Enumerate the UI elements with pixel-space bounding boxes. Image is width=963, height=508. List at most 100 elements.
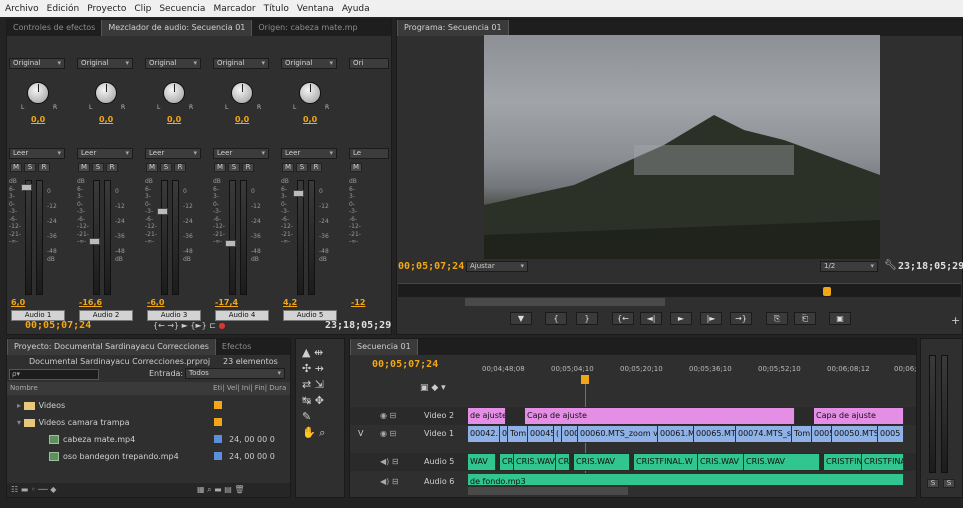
solo-button[interactable]: S	[92, 163, 104, 172]
volume-value[interactable]: -17,4	[215, 298, 238, 307]
solo-button[interactable]: S	[24, 163, 36, 172]
pan-knob[interactable]	[27, 82, 49, 104]
solo-button[interactable]: S	[296, 163, 308, 172]
mark-out-button[interactable]: }	[576, 312, 598, 325]
volume-fader[interactable]	[293, 190, 304, 197]
menu-marcador[interactable]: Marcador	[213, 4, 255, 14]
mute-button[interactable]: M	[282, 163, 294, 172]
solo-button[interactable]: S	[160, 163, 172, 172]
clip[interactable]: Capa de ajuste	[525, 408, 795, 424]
marker-button[interactable]: ▼	[510, 312, 532, 325]
clip[interactable]: 00045	[528, 426, 554, 442]
list-item[interactable]: ▾ Videos camara trampa	[9, 414, 288, 431]
timeline-ruler[interactable]: 00;04;48;08 00;05;04;10 00;05;20;10 00;0…	[468, 365, 916, 387]
tab-effects[interactable]: Efectos	[216, 339, 257, 355]
volume-fader[interactable]	[21, 184, 32, 191]
track-eye-icon[interactable]: ◉ ⊟	[380, 425, 396, 443]
pan-knob[interactable]	[163, 82, 185, 104]
record-button[interactable]: R	[174, 163, 186, 172]
list-item[interactable]: oso bandegon trepando.mp4 24, 00 00 0	[9, 448, 288, 465]
col-rest[interactable]: Eti| Vel| Ini| Fin| Dura	[213, 382, 286, 395]
clip[interactable]: CRIS.WAV	[514, 454, 556, 470]
mute-button[interactable]: M	[214, 163, 226, 172]
menu-ventana[interactable]: Ventana	[297, 4, 334, 14]
track-name[interactable]: Audio 6	[424, 473, 454, 485]
playhead-marker-icon[interactable]	[823, 287, 831, 296]
step-forward-button[interactable]: |►	[700, 312, 722, 325]
record-button[interactable]: R	[310, 163, 322, 172]
tab-audio-mixer[interactable]: Mezclador de audio: Secuencia 01	[101, 20, 253, 36]
volume-fader[interactable]	[89, 238, 100, 245]
tab-project[interactable]: Proyecto: Documental Sardinayacu Correcc…	[7, 339, 216, 355]
solo-left-button[interactable]: S	[927, 479, 939, 488]
volume-value[interactable]: 4,2	[283, 298, 297, 307]
clip[interactable]: 00074.MTS_sefi	[736, 426, 792, 442]
track-eye-icon[interactable]: ◉ ⊟	[380, 407, 396, 425]
timeline-timecode[interactable]: 00;05;07;24	[372, 359, 438, 370]
add-button-icon[interactable]: +	[951, 314, 960, 327]
tab-effect-controls[interactable]: Controles de efectos	[7, 20, 101, 36]
clip[interactable]: CRIS.WAV	[574, 454, 630, 470]
automation-dropdown[interactable]: Leer ▾	[145, 148, 201, 159]
tab-source[interactable]: Origen: cabeza mate.mp	[252, 20, 363, 36]
clip[interactable]: WAV	[468, 454, 496, 470]
clip[interactable]: 00061.M	[658, 426, 694, 442]
clip[interactable]: 0005	[878, 426, 904, 442]
pan-knob[interactable]	[299, 82, 321, 104]
channel-mode-dropdown[interactable]: Original ▾	[213, 58, 269, 69]
lift-button[interactable]: ⎘	[766, 312, 788, 325]
pan-value[interactable]: 0,0	[99, 115, 113, 124]
menu-ayuda[interactable]: Ayuda	[342, 4, 370, 14]
channel-mode-dropdown[interactable]: Original ▾	[145, 58, 201, 69]
channel-mode-dropdown[interactable]: Original ▾	[77, 58, 133, 69]
track-name[interactable]: Video 1	[424, 425, 454, 443]
mute-button[interactable]: M	[78, 163, 90, 172]
col-name[interactable]: Nombre	[10, 382, 38, 395]
clip[interactable]: (	[554, 426, 562, 442]
clip[interactable]: CRISTFINAL.W	[634, 454, 698, 470]
clip[interactable]: CRIS.WAV	[698, 454, 744, 470]
clip[interactable]: 00060.MTS_zoom volc	[578, 426, 658, 442]
list-item[interactable]: ▸ Videos	[9, 397, 288, 414]
channel-mode-dropdown[interactable]: Original ▾	[9, 58, 65, 69]
entry-dropdown[interactable]: Todos ▾	[185, 368, 285, 379]
clip[interactable]: Capa de ajuste	[814, 408, 904, 424]
track-name[interactable]: Audio 5	[424, 453, 454, 471]
go-to-in-button[interactable]: {←	[612, 312, 634, 325]
export-frame-button[interactable]: ▣	[829, 312, 851, 325]
pan-knob[interactable]	[231, 82, 253, 104]
channel-mode-dropdown[interactable]: Original ▾	[281, 58, 337, 69]
clip[interactable]: CR	[500, 454, 514, 470]
pan-value[interactable]: 0,0	[31, 115, 45, 124]
mixer-timecode[interactable]: 00;05;07;24	[25, 320, 91, 331]
timeline-scrollbar[interactable]	[468, 487, 628, 495]
pan-value[interactable]: 0,0	[167, 115, 181, 124]
volume-value[interactable]: -16,6	[79, 298, 102, 307]
clip[interactable]: 00050.MTS_	[832, 426, 878, 442]
volume-fader[interactable]	[225, 240, 236, 247]
automation-dropdown[interactable]: Leer ▾	[77, 148, 133, 159]
menu-secuencia[interactable]: Secuencia	[159, 4, 205, 14]
automation-dropdown[interactable]: Leer ▾	[9, 148, 65, 159]
menu-titulo[interactable]: Título	[264, 4, 289, 14]
track-target[interactable]: V	[358, 425, 363, 443]
clip[interactable]: CRISTFINA	[862, 454, 904, 470]
channel-mode-dropdown[interactable]: Ori	[349, 58, 389, 69]
record-button[interactable]: R	[38, 163, 50, 172]
clip[interactable]: CR	[556, 454, 570, 470]
monitor-scrub-bar[interactable]	[398, 283, 961, 297]
mixer-transport[interactable]: {← →} ► {►} ⊏ ●	[153, 321, 225, 330]
solo-button[interactable]: S	[228, 163, 240, 172]
tab-sequence[interactable]: Secuencia 01	[350, 339, 418, 355]
menu-archivo[interactable]: Archivo	[5, 4, 39, 14]
playhead-icon[interactable]	[581, 375, 589, 384]
play-button[interactable]: ►	[670, 312, 692, 325]
record-button[interactable]: R	[106, 163, 118, 172]
volume-value[interactable]: -6,0	[147, 298, 165, 307]
pan-value[interactable]: 0,0	[235, 115, 249, 124]
search-input[interactable]: ρ▾	[9, 369, 99, 380]
mark-in-button[interactable]: {	[545, 312, 567, 325]
solo-right-button[interactable]: S	[943, 479, 955, 488]
clip[interactable]: CRISTFIN	[824, 454, 862, 470]
record-button[interactable]: R	[242, 163, 254, 172]
